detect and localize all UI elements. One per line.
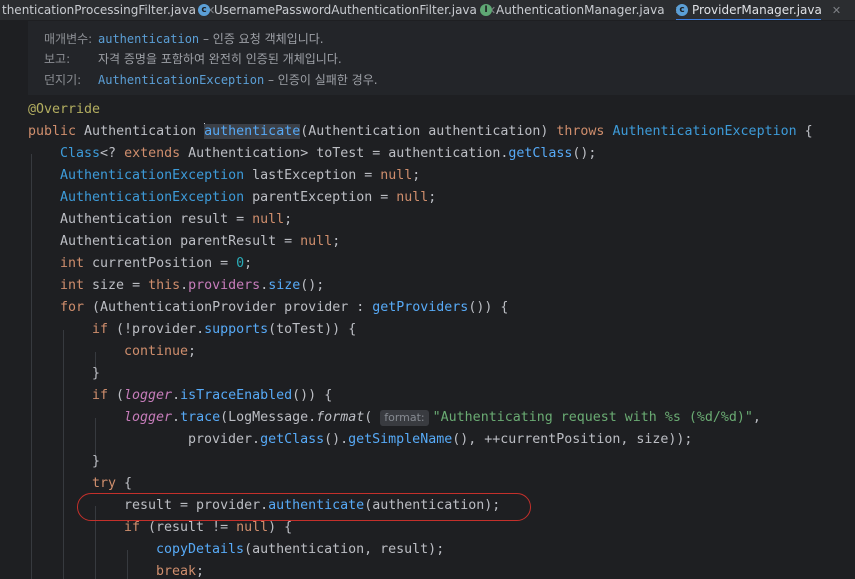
code-line: } — [92, 454, 101, 469]
code-lines: @Override public Authentication authenti… — [0, 21, 855, 579]
code-line: if (!provider.supports(toTest)) { — [92, 322, 357, 337]
class-icon: c — [198, 4, 210, 16]
code-line: @Override — [28, 99, 100, 121]
tab-label: UsernamePasswordAuthenticationFilter.jav… — [214, 3, 477, 17]
tab-username-password-authentication-filter[interactable]: c UsernamePasswordAuthenticationFilter.j… — [198, 0, 496, 20]
editor-tab-bar: thenticationProcessingFilter.java ✕ c Us… — [0, 0, 855, 21]
tab-authentication-manager[interactable]: I AuthenticationManager.java ✕ — [480, 0, 684, 20]
close-icon[interactable]: ✕ — [832, 4, 841, 17]
tab-provider-manager[interactable]: c ProviderManager.java ✕ — [676, 0, 841, 20]
code-line: if (logger.isTraceEnabled()) { — [92, 388, 333, 403]
code-line: AuthenticationException lastException = … — [60, 168, 421, 183]
code-line: Class<? extends Authentication> toTest =… — [60, 146, 597, 161]
code-line: copyDetails(authentication, result); — [156, 542, 445, 557]
code-line: for (AuthenticationProvider provider : g… — [60, 300, 509, 315]
code-line: break; — [156, 564, 205, 579]
code-line: try { — [92, 476, 133, 491]
indent-guide — [127, 550, 128, 579]
tab-label: AuthenticationManager.java — [496, 3, 665, 17]
code-line: Authentication result = null; — [60, 212, 293, 227]
override-annotation: @Override — [28, 102, 101, 117]
tab-label: ProviderManager.java — [692, 3, 822, 17]
code-line: provider.getClass().getSimpleName(), ++c… — [188, 432, 693, 447]
trace-message-string: "Authenticating request with %s (%d/%d)" — [432, 410, 753, 425]
indent-guide — [95, 506, 96, 579]
code-line: int currentPosition = 0; — [60, 256, 253, 271]
code-line: result = provider.authenticate(authentic… — [124, 498, 501, 513]
tab-abstract-authentication-processing-filter[interactable]: thenticationProcessingFilter.java ✕ — [0, 0, 215, 20]
code-line: continue; — [124, 344, 197, 359]
code-line: if (result != null) { — [124, 520, 293, 535]
interface-icon: I — [480, 4, 492, 16]
code-line: AuthenticationException parentException … — [60, 190, 437, 205]
code-line: logger.trace(LogMessage.format( format: "… — [124, 410, 761, 426]
code-editor[interactable]: 매개변수: authentication – 인증 요청 객체입니다. 보고: 자격… — [0, 21, 855, 579]
code-line: } — [92, 366, 101, 381]
code-line: Authentication parentResult = null; — [60, 234, 341, 249]
code-line: public Authentication authenticate(Authe… — [28, 123, 813, 139]
parameter-name-hint: format: — [380, 410, 429, 426]
code-line: int size = this.providers.size(); — [60, 278, 325, 293]
class-icon: c — [676, 4, 688, 16]
tab-label: thenticationProcessingFilter.java — [2, 3, 196, 17]
current-position-init: 0 — [236, 256, 245, 271]
